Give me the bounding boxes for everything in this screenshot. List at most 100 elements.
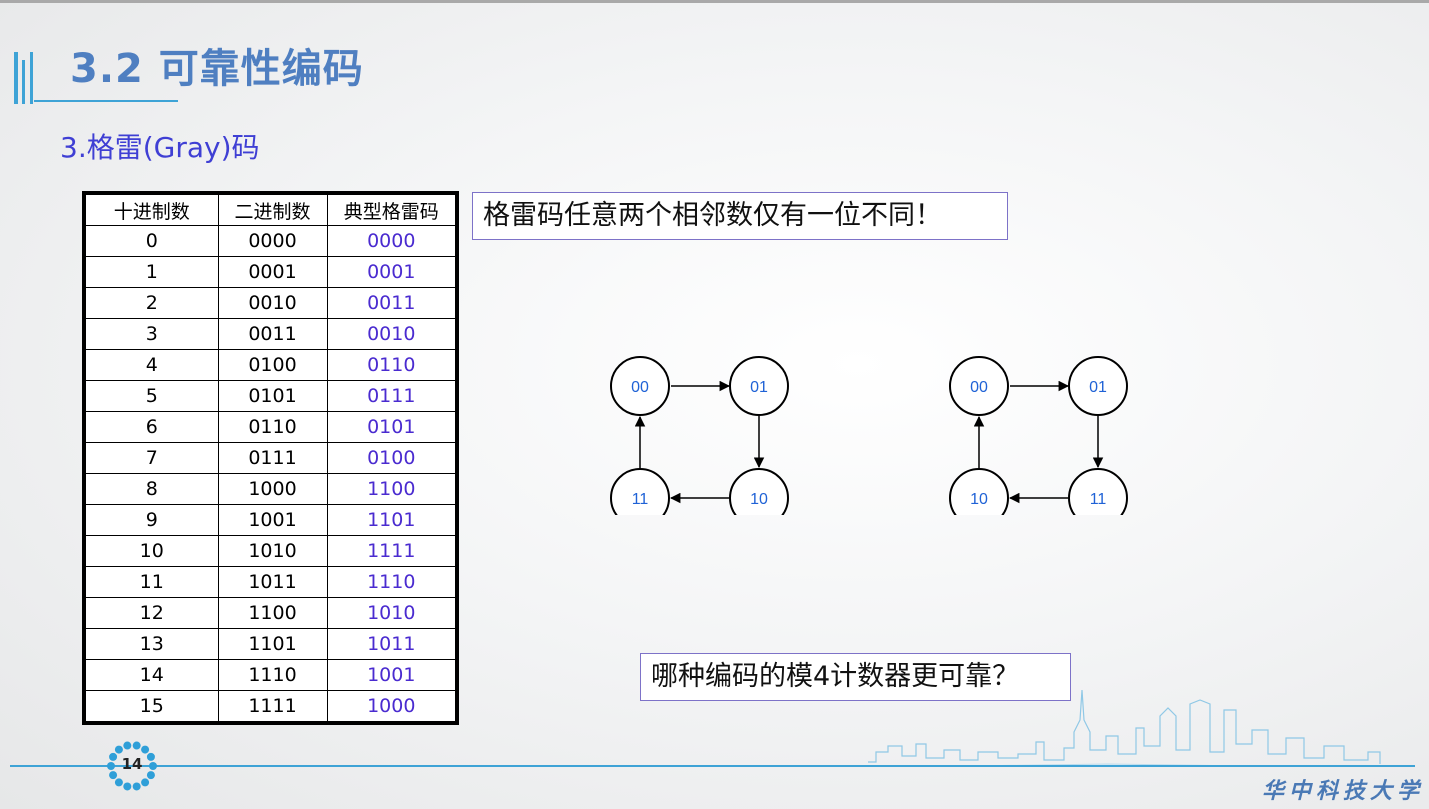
badge-dot <box>132 741 141 750</box>
state-node: 01 <box>729 356 789 416</box>
bottom-rule <box>10 765 1415 767</box>
cell-binary: 0001 <box>217 256 328 288</box>
title-underline <box>34 100 178 102</box>
table-row: 9 1001 1101 <box>83 504 458 536</box>
header-decimal: 十进制数 <box>83 192 219 226</box>
table-row: 7 0111 0100 <box>83 442 458 474</box>
counter-diagram-left: 00 01 10 11 <box>610 356 789 515</box>
table-row: 1 0001 0001 <box>83 256 458 288</box>
table-row: 6 0110 0101 <box>83 411 458 443</box>
badge-dot <box>132 782 141 791</box>
state-label: 01 <box>750 379 768 396</box>
cell-binary: 0110 <box>217 411 328 443</box>
cell-binary: 1010 <box>217 535 328 567</box>
cell-binary: 0000 <box>217 225 328 257</box>
cell-decimal: 8 <box>83 473 219 505</box>
table-header-row: 十进制数 二进制数 典型格雷码 <box>83 192 458 226</box>
cell-gray-code: 0101 <box>326 411 458 443</box>
cell-decimal: 6 <box>83 411 219 443</box>
badge-dot <box>141 745 150 754</box>
cell-gray-code: 1101 <box>326 504 458 536</box>
header-gray-code: 典型格雷码 <box>326 192 458 226</box>
badge-dot <box>146 752 155 761</box>
cell-gray-code: 1111 <box>326 535 458 567</box>
badge-dot <box>149 762 157 770</box>
state-node: 01 <box>1068 356 1128 416</box>
table-row: 15 1111 1000 <box>83 690 458 724</box>
state-node: 10 <box>949 468 1009 515</box>
state-label: 11 <box>632 491 649 508</box>
note-adjacent-one-bit: 格雷码任意两个相邻数仅有一位不同！ <box>472 192 1008 240</box>
cell-binary: 1111 <box>217 690 328 724</box>
table-row: 4 0100 0110 <box>83 349 458 381</box>
cell-decimal: 10 <box>83 535 219 567</box>
header-binary: 二进制数 <box>217 192 328 226</box>
cell-gray-code: 1011 <box>326 628 458 660</box>
table-row: 8 1000 1100 <box>83 473 458 505</box>
cell-decimal: 5 <box>83 380 219 412</box>
cell-decimal: 0 <box>83 225 219 257</box>
table-row: 3 0011 0010 <box>83 318 458 350</box>
university-logo: 华中科技大学 <box>1262 778 1425 804</box>
cell-gray-code: 0110 <box>326 349 458 381</box>
counter-diagram-right: 00 01 11 10 <box>949 356 1128 515</box>
cell-decimal: 4 <box>83 349 219 381</box>
cell-decimal: 11 <box>83 566 219 598</box>
cell-gray-code: 0100 <box>326 442 458 474</box>
cell-gray-code: 0001 <box>326 256 458 288</box>
state-label: 11 <box>1090 491 1107 508</box>
cell-gray-code: 1110 <box>326 566 458 598</box>
cell-binary: 1100 <box>217 597 328 629</box>
state-node: 00 <box>610 356 670 416</box>
page-title: 3.2 可靠性编码 <box>70 46 364 92</box>
cell-decimal: 2 <box>83 287 219 319</box>
badge-dot <box>146 771 155 780</box>
page-number-badge: 14 <box>106 740 158 792</box>
table-row: 12 1100 1010 <box>83 597 458 629</box>
cell-decimal: 13 <box>83 628 219 660</box>
cell-decimal: 15 <box>83 690 219 724</box>
subtitle: 3.格雷(Gray)码 <box>60 131 260 164</box>
state-label: 10 <box>750 491 768 508</box>
badge-dot <box>123 782 132 791</box>
state-label: 10 <box>970 491 988 508</box>
title-decoration-icon <box>14 52 33 104</box>
table-row: 5 0101 0111 <box>83 380 458 412</box>
badge-dot <box>123 741 132 750</box>
state-node: 11 <box>1068 468 1128 515</box>
table-row: 11 1011 1110 <box>83 566 458 598</box>
cell-gray-code: 0010 <box>326 318 458 350</box>
top-rule <box>0 0 1429 3</box>
cell-binary: 0100 <box>217 349 328 381</box>
badge-dot <box>109 752 118 761</box>
state-label: 00 <box>970 379 988 396</box>
cell-binary: 1000 <box>217 473 328 505</box>
city-skyline-icon <box>868 689 1394 767</box>
badge-dot <box>109 771 118 780</box>
cell-gray-code: 1100 <box>326 473 458 505</box>
badge-dot <box>107 762 115 770</box>
cell-gray-code: 0111 <box>326 380 458 412</box>
state-node: 00 <box>949 356 1009 416</box>
cell-binary: 1011 <box>217 566 328 598</box>
cell-decimal: 14 <box>83 659 219 691</box>
page-number: 14 <box>121 755 143 773</box>
state-label: 00 <box>631 379 649 396</box>
cell-gray-code: 1010 <box>326 597 458 629</box>
table-row: 10 1010 1111 <box>83 535 458 567</box>
cell-gray-code: 1000 <box>326 690 458 724</box>
table-row: 14 1110 1001 <box>83 659 458 691</box>
badge-dot <box>141 778 150 787</box>
table-row: 13 1101 1011 <box>83 628 458 660</box>
cell-binary: 1110 <box>217 659 328 691</box>
table-row: 0 0000 0000 <box>83 225 458 257</box>
table-row: 2 0010 0011 <box>83 287 458 319</box>
gray-code-table: 十进制数 二进制数 典型格雷码 0 0000 0000 1 0001 0001 2 0010 0… <box>82 191 459 725</box>
state-label: 01 <box>1089 379 1107 396</box>
cell-gray-code: 1001 <box>326 659 458 691</box>
cell-binary: 0010 <box>217 287 328 319</box>
state-node: 11 <box>610 468 670 515</box>
cell-binary: 0101 <box>217 380 328 412</box>
cell-decimal: 3 <box>83 318 219 350</box>
badge-dot <box>114 745 123 754</box>
